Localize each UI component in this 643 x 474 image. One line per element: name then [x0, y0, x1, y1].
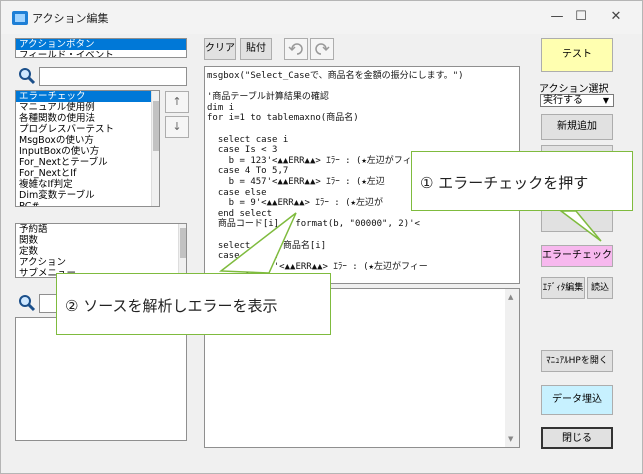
sample-list-item[interactable]: For_Nextとテーブル	[16, 157, 159, 168]
keyword-list[interactable]: 予約語関数定数アクションサブメニューフィールド	[15, 223, 187, 278]
editor-edit-button[interactable]: ｴﾃﾞｨﾀ編集	[541, 277, 585, 299]
code-line: select case i	[207, 134, 289, 145]
code-line: for i=1 to tablemaxno(商品名)	[207, 113, 359, 124]
window-title: アクション編集	[32, 12, 109, 25]
sample-list-item[interactable]: MsgBoxの使い方	[16, 135, 159, 146]
code-line: case 0 to 1	[207, 251, 278, 262]
chevron-down-icon: ▼	[602, 96, 610, 105]
sample-list[interactable]: エラーチェック マニュアル使用例 各種関数の使用法 プログレスバーテスト MsgBoxの…	[15, 90, 160, 207]
sample-list-item[interactable]: PC#	[16, 201, 159, 206]
category-list[interactable]: アクションボタン フィールド・イベント	[15, 38, 187, 58]
action-select-value: 実行する	[543, 95, 583, 106]
undo-icon	[288, 43, 303, 55]
category-item[interactable]: フィールド・イベント	[16, 50, 186, 57]
sample-list-item[interactable]: 複雑なIf判定	[16, 179, 159, 190]
code-line: msgbox("Select_Caseで、商品名を金額の振分にします。")	[207, 71, 464, 81]
sample-list-item[interactable]: Dim変数テーブル	[16, 190, 159, 201]
move-up-button[interactable]: ↑	[165, 91, 189, 113]
undo-button[interactable]	[284, 38, 308, 60]
title-bar: アクション編集 — ☐ ✕	[1, 1, 642, 34]
redo-button[interactable]	[310, 38, 334, 60]
sample-list-item[interactable]: InputBoxの使い方	[16, 146, 159, 157]
action-select-dropdown[interactable]: 実行する ▼	[540, 94, 614, 107]
callout-step2: ② ソースを解析しエラーを表示	[56, 273, 331, 335]
keyword-list-scrollbar[interactable]	[178, 224, 186, 277]
code-line: '商品テーブル計算結果の確認	[207, 92, 329, 103]
clear-button[interactable]: クリア	[204, 38, 236, 60]
code-line: dim i	[207, 102, 235, 113]
load-button[interactable]: 読込	[587, 277, 613, 299]
sample-list-scrollbar[interactable]	[151, 91, 159, 206]
action-select-label: アクション選択	[539, 84, 609, 95]
close-window-button[interactable]: ✕	[596, 3, 636, 31]
maximize-button[interactable]: ☐	[561, 3, 601, 31]
paste-button[interactable]: 貼付	[240, 38, 272, 60]
sample-list-item[interactable]: 各種関数の使用法	[16, 113, 159, 124]
keyword-list-item[interactable]: 定数	[16, 246, 186, 257]
error-check-button[interactable]: エラーチェック	[541, 245, 613, 267]
embed-data-button[interactable]: データ埋込	[541, 385, 613, 415]
search-icon[interactable]	[18, 67, 36, 85]
code-line: 商品コード[i] = format(b, "00000", 2)'<	[207, 219, 420, 230]
move-down-button[interactable]: ↓	[165, 116, 189, 138]
code-line: a=""以下"'<▲▲ERR▲▲> ｴﾗｰ : (★左辺がフィー	[207, 261, 428, 272]
keyword-list-item[interactable]: 予約語	[16, 224, 186, 235]
redo-icon	[315, 43, 330, 55]
keyword-list-item[interactable]: アクション	[16, 257, 186, 268]
test-button[interactable]: テスト	[541, 38, 613, 72]
open-manual-button[interactable]: ﾏﾆｭｱﾙHPを開く	[541, 350, 613, 372]
keyword-list-item[interactable]: 関数	[16, 235, 186, 246]
sample-list-item[interactable]: プログレスバーテスト	[16, 124, 159, 135]
category-item[interactable]: アクションボタン	[16, 39, 186, 50]
sample-list-item[interactable]: For_NextとIf	[16, 168, 159, 179]
output-scrollbar[interactable]: ▲ ▼	[505, 289, 519, 447]
sample-search-input[interactable]	[39, 67, 187, 86]
callout-step1: ① エラーチェックを押す	[411, 151, 633, 211]
code-line: select case 商品名[i]	[207, 240, 327, 251]
keyword-search-icon[interactable]	[18, 294, 36, 312]
sample-list-item[interactable]: エラーチェック	[16, 91, 159, 102]
keyword-help-area	[15, 317, 187, 441]
action-edit-window: アクション編集 — ☐ ✕ アクションボタン フィールド・イベント エラーチェッ…	[0, 0, 643, 474]
new-add-button[interactable]: 新規追加	[541, 114, 613, 140]
sample-list-item[interactable]: マニュアル使用例	[16, 102, 159, 113]
close-button[interactable]: 閉じる	[541, 427, 613, 449]
app-icon	[12, 11, 28, 25]
